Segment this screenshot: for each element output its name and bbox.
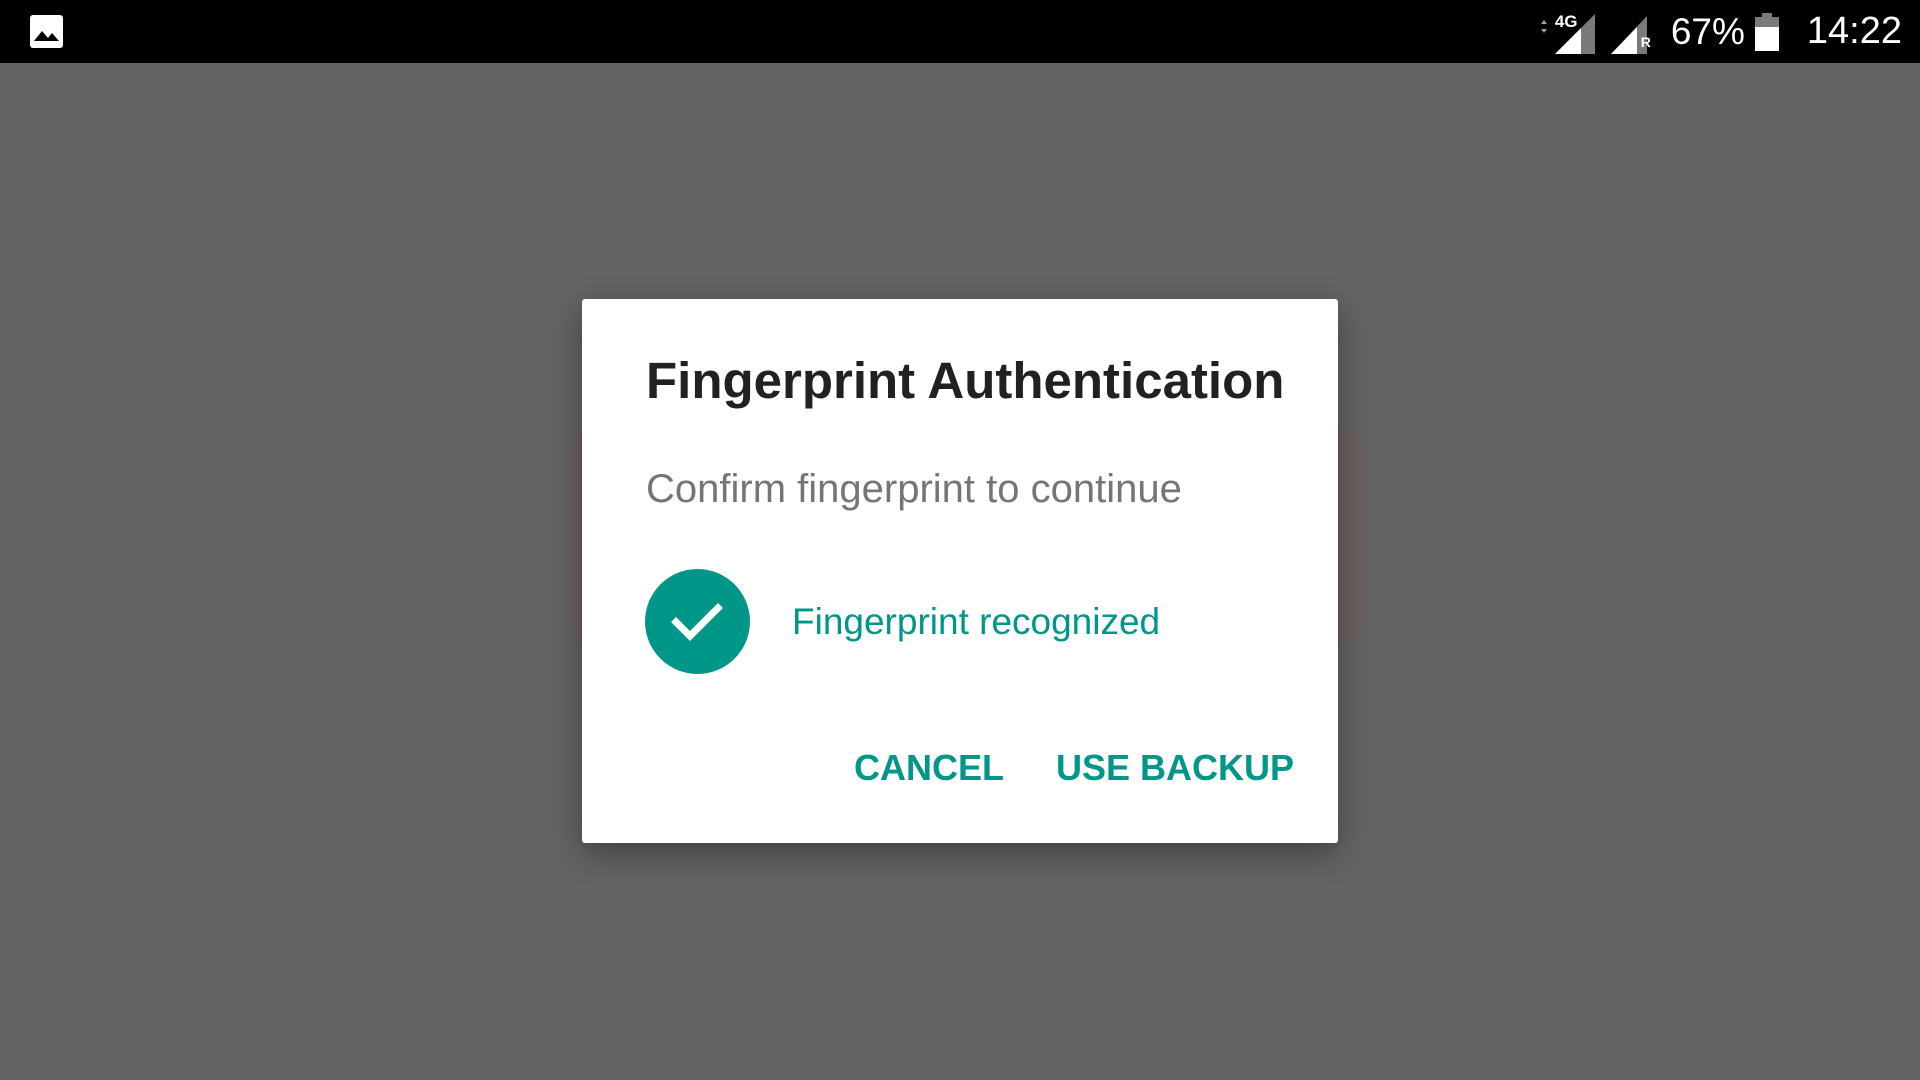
roaming-label: R <box>1640 33 1651 50</box>
use-backup-button[interactable]: USE BACKUP <box>1056 747 1294 789</box>
clock: 14:22 <box>1806 10 1902 52</box>
screen: 4G R 67% 14:22 Fingerprint Authenticatio… <box>0 0 1920 1080</box>
cancel-button[interactable]: CANCEL <box>854 747 1004 789</box>
dialog-title: Fingerprint Authentication <box>646 352 1285 409</box>
roaming-signal-icon: R <box>1609 10 1651 54</box>
fingerprint-status: Fingerprint recognized <box>792 601 1161 642</box>
battery-icon <box>1754 12 1779 51</box>
battery-percent: 67% <box>1670 10 1745 52</box>
fingerprint-dialog: Fingerprint Authentication Confirm finge… <box>582 299 1338 843</box>
network-type-label: 4G <box>1554 11 1578 31</box>
status-bar-right: 4G R 67% 14:22 <box>1533 0 1902 63</box>
mobile-signal-icon: 4G <box>1533 10 1599 54</box>
dialog-description: Confirm fingerprint to continue <box>646 467 1182 511</box>
check-icon <box>645 569 750 674</box>
image-icon <box>30 15 63 48</box>
status-bar: 4G R 67% 14:22 <box>0 0 1920 63</box>
